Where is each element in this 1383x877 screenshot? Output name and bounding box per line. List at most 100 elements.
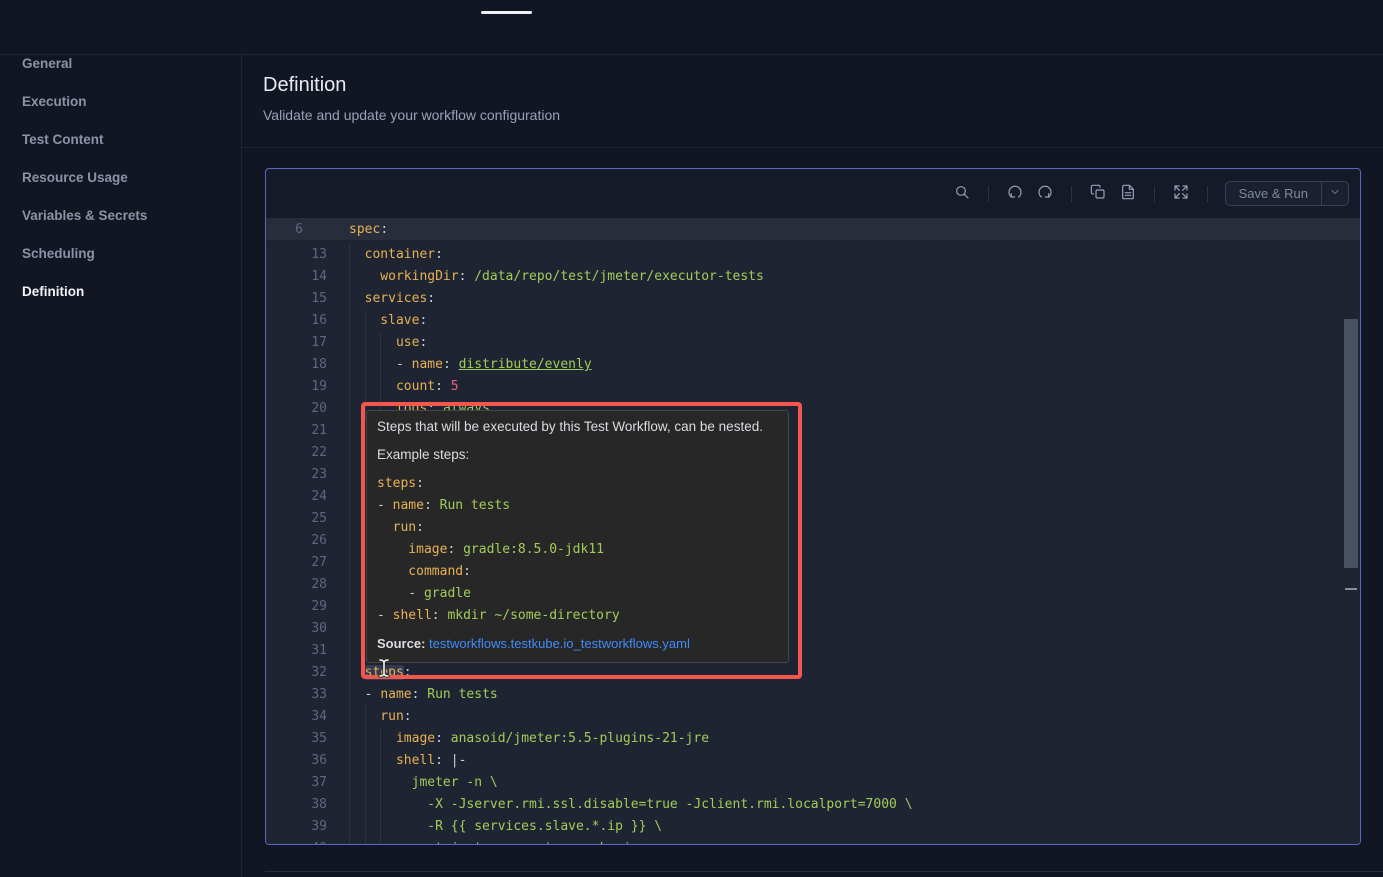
sidebar-item-general[interactable]: General (0, 45, 241, 83)
code-text: steps: (349, 662, 412, 684)
code-line-18[interactable]: 18 - name: distribute/evenly (266, 354, 1360, 376)
line-number: 31 (266, 640, 327, 662)
line-number: 15 (266, 288, 327, 310)
code-text: - name: Run tests (349, 684, 498, 706)
code-text: -X -Jserver.rmi.ssl.disable=true -Jclien… (349, 794, 913, 816)
tooltip-code-line: - gradle (377, 583, 778, 605)
line-number: 16 (266, 310, 327, 332)
code-text: use: (349, 332, 427, 354)
sidebar-nav: GeneralExecutionTest ContentResource Usa… (0, 45, 241, 311)
code-line-15[interactable]: 15 services: (266, 288, 1360, 310)
line-number: 14 (266, 266, 327, 288)
tooltip-code-line: run: (377, 517, 778, 539)
sidebar-item-resource-usage[interactable]: Resource Usage (0, 159, 241, 197)
code-line-16[interactable]: 16 slave: (266, 310, 1360, 332)
code-line-34[interactable]: 34 run: (266, 706, 1360, 728)
code-text: slave: (349, 310, 427, 332)
sticky-line[interactable]: 6 spec: (266, 218, 1360, 241)
code-line-19[interactable]: 19 count: 5 (266, 376, 1360, 398)
line-number: 18 (266, 354, 327, 376)
code-line-32[interactable]: 32 steps: (266, 662, 1360, 684)
indent-guide (380, 332, 381, 420)
sidebar-item-execution[interactable]: Execution (0, 83, 241, 121)
code-text: services: (349, 288, 435, 310)
code-text: jmeter -n \ (349, 772, 498, 794)
copy-icon (1090, 184, 1106, 203)
line-number: 30 (266, 618, 327, 640)
code-line-40[interactable]: 40 -t jmeter-executor-smoke.jmx (266, 838, 1360, 845)
code-text: container: (349, 244, 443, 266)
line-number: 22 (266, 442, 327, 464)
line-number: 33 (266, 684, 327, 706)
header-divider (242, 147, 1383, 148)
line-number: 23 (266, 464, 327, 486)
tooltip-source-line: Source: testworkflows.testkube.io_testwo… (377, 636, 778, 651)
undo-button[interactable] (1002, 181, 1028, 207)
line-number: 17 (266, 332, 327, 354)
app-root: { "top": { "tab_indicator": "active-tab-… (0, 0, 1383, 877)
code-line-39[interactable]: 39 -R {{ services.slave.*.ip }} \ (266, 816, 1360, 838)
fullscreen-icon (1173, 184, 1189, 203)
tooltip-code: steps:- name: Run tests run: image: grad… (377, 473, 778, 627)
save-and-run-button-group: Save & Run (1225, 181, 1349, 206)
code-text: - name: distribute/evenly (349, 354, 592, 376)
scrollbar-decoration (1345, 588, 1357, 590)
indent-guide (365, 310, 366, 420)
line-number: 34 (266, 706, 327, 728)
hover-tooltip: Steps that will be executed by this Test… (366, 410, 789, 663)
code-text: -R {{ services.slave.*.ip }} \ (349, 816, 662, 838)
line-number: 35 (266, 728, 327, 750)
line-number: 36 (266, 750, 327, 772)
code-line-13[interactable]: 13 container: (266, 244, 1360, 266)
paste-document-button[interactable] (1115, 181, 1141, 207)
next-section-divider (265, 871, 1383, 872)
search-button[interactable] (949, 181, 975, 207)
line-number: 38 (266, 794, 327, 816)
line-number: 37 (266, 772, 327, 794)
code-line-36[interactable]: 36 shell: |- (266, 750, 1360, 772)
code-line-37[interactable]: 37 jmeter -n \ (266, 772, 1360, 794)
tooltip-example-label: Example steps: (377, 447, 778, 462)
line-number: 19 (266, 376, 327, 398)
line-number: 26 (266, 530, 327, 552)
copy-button[interactable] (1085, 181, 1111, 207)
save-and-run-caret-button[interactable] (1321, 182, 1348, 205)
sidebar-item-variables-secrets[interactable]: Variables & Secrets (0, 197, 241, 235)
toolbar-divider (1071, 186, 1072, 202)
toolbar-divider (1207, 186, 1208, 202)
save-and-run-button[interactable]: Save & Run (1226, 182, 1321, 205)
code-text: image: anasoid/jmeter:5.5-plugins-21-jre (349, 728, 709, 750)
editor-scrollbar-thumb[interactable] (1344, 319, 1358, 568)
sidebar-item-definition[interactable]: Definition (0, 273, 241, 311)
indent-guide (365, 706, 366, 845)
line-number: 32 (266, 662, 327, 684)
page-title: Definition (263, 74, 346, 97)
line-number: 13 (266, 244, 327, 266)
tooltip-title: Steps that will be executed by this Test… (377, 419, 778, 434)
indent-guide (349, 244, 350, 845)
code-line-38[interactable]: 38 -X -Jserver.rmi.ssl.disable=true -Jcl… (266, 794, 1360, 816)
editor-toolbar: Save & Run (266, 169, 1360, 218)
line-number: 27 (266, 552, 327, 574)
redo-icon (1037, 184, 1053, 203)
sidebar-item-scheduling[interactable]: Scheduling (0, 235, 241, 273)
code-line-14[interactable]: 14 workingDir: /data/repo/test/jmeter/ex… (266, 266, 1360, 288)
sidebar-item-test-content[interactable]: Test Content (0, 121, 241, 159)
code-line-17[interactable]: 17 use: (266, 332, 1360, 354)
fullscreen-button[interactable] (1168, 181, 1194, 207)
tooltip-code-line: command: (377, 561, 778, 583)
tooltip-source-link[interactable]: testworkflows.testkube.io_testworkflows.… (429, 636, 690, 651)
line-number: 39 (266, 816, 327, 838)
code-line-35[interactable]: 35 image: anasoid/jmeter:5.5-plugins-21-… (266, 728, 1360, 750)
undo-icon (1007, 184, 1023, 203)
line-number: 40 (266, 838, 327, 845)
indent-guide (380, 728, 381, 845)
sidebar-divider (241, 54, 242, 877)
chevron-down-icon (1329, 185, 1341, 203)
redo-button[interactable] (1032, 181, 1058, 207)
code-line-33[interactable]: 33 - name: Run tests (266, 684, 1360, 706)
toolbar-divider (988, 186, 989, 202)
sticky-code: spec: (349, 218, 388, 241)
code-text: -t jmeter-executor-smoke.jmx (349, 838, 646, 845)
line-number: 29 (266, 596, 327, 618)
